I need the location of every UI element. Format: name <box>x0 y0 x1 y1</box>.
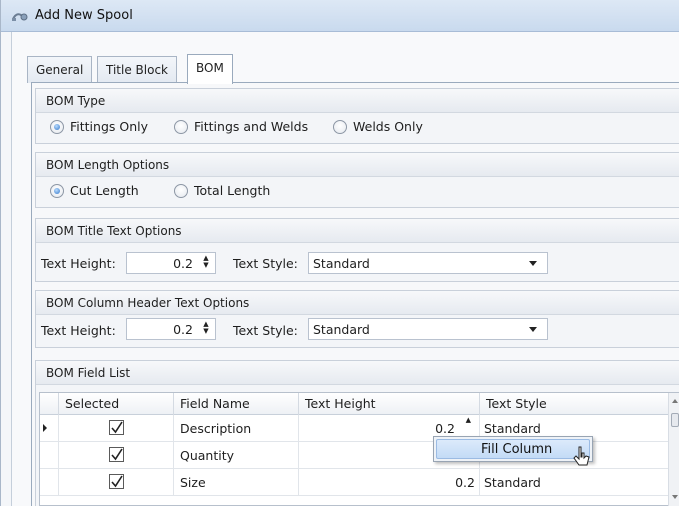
radio-label: Total Length <box>194 183 271 198</box>
cell-text-style[interactable]: Standard <box>479 469 669 496</box>
bom-title-text-header: BOM Title Text Options <box>36 219 679 243</box>
grid-header-row: Selected Field Name Text Height Text Sty… <box>40 393 679 415</box>
column-header-text-height[interactable]: Text Height <box>298 393 479 415</box>
radio-fittings-and-welds[interactable]: Fittings and Welds <box>174 119 308 134</box>
header-text-height-spinner[interactable]: 0.2 ▲ ▼ <box>126 318 216 340</box>
mouse-pointer-icon <box>573 446 591 471</box>
spinner-value: 0.2 <box>173 256 193 271</box>
scroll-down-icon[interactable] <box>672 495 678 499</box>
header-text-style-label: Text Style: <box>233 323 298 338</box>
cell-field-name[interactable]: Size <box>173 469 298 496</box>
radio-label: Fittings Only <box>70 119 149 134</box>
spinner-arrows-icon[interactable]: ▲ ▼ <box>200 321 212 337</box>
title-text-style-select[interactable]: Standard <box>308 252 548 274</box>
grid-row-header-corner <box>40 393 58 415</box>
radio-label: Cut Length <box>70 183 139 198</box>
radio-label: Fittings and Welds <box>194 119 309 134</box>
scroll-thumb[interactable] <box>671 413 679 427</box>
checkbox-checked[interactable] <box>109 474 124 489</box>
cell-selected[interactable] <box>58 469 173 496</box>
radio-cut-length[interactable]: Cut Length <box>50 183 139 198</box>
checkbox-checked[interactable] <box>109 420 124 435</box>
cell-selected[interactable] <box>58 415 173 442</box>
bom-column-header-text-header: BOM Column Header Text Options <box>36 291 679 315</box>
radio-dot <box>174 119 188 134</box>
bom-type-header: BOM Type <box>36 89 679 113</box>
radio-total-length[interactable]: Total Length <box>174 183 270 198</box>
cell-spinner-arrows-icon[interactable]: ▲ <box>466 417 471 424</box>
context-menu: Fill Column <box>433 436 593 462</box>
spinner-value: 0.2 <box>173 322 193 337</box>
radio-label: Welds Only <box>353 119 423 134</box>
tab-bom[interactable]: BOM <box>187 54 233 84</box>
cell-text-height-value: 0.2 <box>435 421 455 436</box>
column-header-selected[interactable]: Selected <box>58 393 173 415</box>
current-row-indicator-icon <box>43 424 47 432</box>
context-menu-fill-column[interactable]: Fill Column <box>436 439 590 459</box>
column-header-field-name[interactable]: Field Name <box>173 393 298 415</box>
header-text-style-select[interactable]: Standard <box>308 318 548 340</box>
tab-general[interactable]: General <box>27 56 93 83</box>
tab-title-block[interactable]: Title Block <box>97 56 177 83</box>
spinner-arrows-icon[interactable]: ▲ ▼ <box>200 255 212 271</box>
select-value: Standard <box>313 256 370 271</box>
window-title: Add New Spool <box>35 8 133 23</box>
title-text-style-label: Text Style: <box>233 256 298 271</box>
cell-selected[interactable] <box>58 442 173 469</box>
radio-dot <box>174 183 188 198</box>
table-row[interactable]: Size 0.2 Standard <box>40 469 679 496</box>
chevron-down-icon <box>529 261 537 266</box>
column-header-text-style[interactable]: Text Style <box>479 393 669 415</box>
add-new-spool-window: Add New Spool General Title Block BOM BO… <box>0 0 679 506</box>
title-text-height-spinner[interactable]: 0.2 ▲ ▼ <box>126 252 216 274</box>
radio-welds-only[interactable]: Welds Only <box>333 119 423 134</box>
cell-field-name[interactable]: Quantity <box>173 442 298 469</box>
bom-type-group: BOM Type Fittings Only Fittings and Weld… <box>35 88 679 144</box>
bom-length-group: BOM Length Options Cut Length Total Leng… <box>35 152 679 208</box>
radio-dot <box>50 183 64 198</box>
cell-text-height[interactable]: 0.2 <box>298 469 479 496</box>
radio-fittings-only[interactable]: Fittings Only <box>50 119 148 134</box>
chevron-down-icon <box>529 327 537 332</box>
scroll-up-icon[interactable] <box>672 399 678 403</box>
radio-dot <box>333 119 347 134</box>
bom-length-header: BOM Length Options <box>36 153 679 177</box>
checkbox-checked[interactable] <box>109 447 124 462</box>
title-bar: Add New Spool <box>1 0 679 32</box>
cell-field-name[interactable]: Description <box>173 415 298 442</box>
radio-dot <box>50 119 64 134</box>
grid-vertical-scrollbar[interactable] <box>668 393 679 506</box>
title-text-height-label: Text Height: <box>41 256 116 271</box>
select-value: Standard <box>313 322 370 337</box>
bom-field-list-header: BOM Field List <box>36 361 679 385</box>
header-text-height-label: Text Height: <box>41 323 116 338</box>
spool-icon <box>11 9 29 23</box>
